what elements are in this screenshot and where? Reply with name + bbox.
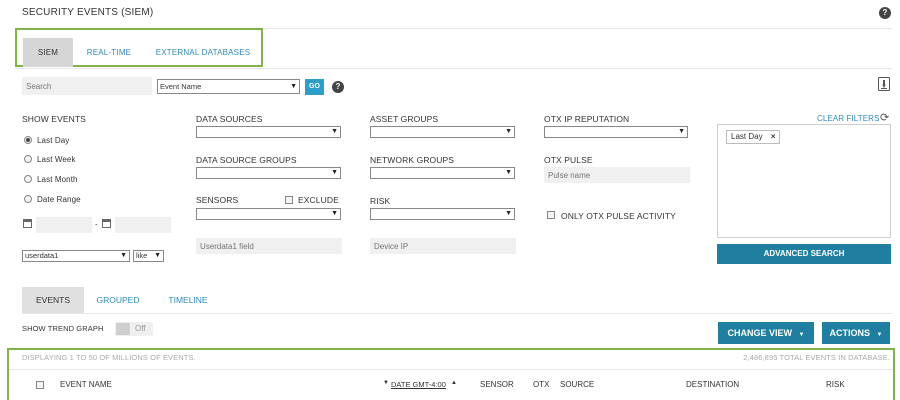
radio-label: Last Day (37, 136, 70, 145)
displaying-text: DISPLAYING 1 TO 50 OF MILLIONS OF EVENTS… (22, 353, 196, 362)
date-from-input[interactable] (36, 217, 92, 233)
chevron-down-icon: ▼ (331, 128, 338, 135)
radio-label: Last Month (37, 175, 78, 184)
date-to-input[interactable] (115, 217, 171, 233)
top-tabs: SIEM REAL-TIME EXTERNAL DATABASES (15, 28, 263, 67)
col-risk[interactable]: RISK (826, 380, 845, 389)
actions-button[interactable]: ACTIONS ▼ (822, 322, 890, 344)
radio-label: Date Range (37, 195, 81, 204)
chevron-down-icon: ▼ (505, 169, 512, 176)
chevron-down-icon: ▼ (505, 210, 512, 217)
help-icon[interactable]: ? (879, 7, 891, 19)
operator-value: like (136, 251, 148, 260)
chevron-down-icon: ▼ (331, 210, 338, 217)
col-destination[interactable]: DESTINATION (686, 380, 739, 389)
show-events-heading: SHOW EVENTS (22, 114, 86, 124)
pulse-name-input[interactable] (544, 167, 690, 183)
page-title: SECURITY EVENTS (SIEM) (22, 7, 154, 18)
col-sensor[interactable]: SENSOR (480, 380, 514, 389)
data-sources-label: DATA SOURCES (196, 114, 263, 124)
data-sources-select[interactable]: ▼ (196, 126, 341, 138)
chevron-down-icon: ▼ (154, 252, 161, 259)
calendar-icon[interactable] (23, 219, 32, 228)
only-otx-pulse-checkbox[interactable] (547, 211, 555, 219)
divider (9, 369, 893, 370)
chevron-down-icon: ▼ (290, 83, 297, 90)
tab-timeline[interactable]: TIMELINE (160, 287, 216, 313)
tab-real-time[interactable]: REAL-TIME (79, 38, 139, 67)
exclude-checkbox[interactable] (285, 196, 293, 204)
network-groups-label: NETWORK GROUPS (370, 155, 455, 165)
chevron-down-icon: ▼ (505, 128, 512, 135)
close-icon[interactable]: × (771, 132, 776, 141)
change-view-label: CHANGE VIEW (727, 328, 793, 338)
col-source[interactable]: SOURCE (560, 380, 594, 389)
trend-graph-label: SHOW TREND GRAPH (22, 324, 104, 333)
chevron-down-icon: ▼ (331, 169, 338, 176)
radio-last-month[interactable] (24, 175, 32, 183)
download-icon[interactable]: ▼ (878, 77, 890, 91)
network-groups-select[interactable]: ▼ (370, 167, 515, 179)
radio-last-week[interactable] (24, 155, 32, 163)
userdata-field-select[interactable]: userdata1 ▼ (22, 250, 130, 262)
actions-label: ACTIONS (829, 328, 871, 338)
sort-desc-icon[interactable]: ▼ (383, 380, 389, 386)
operator-select[interactable]: like ▼ (133, 250, 164, 262)
col-otx[interactable]: OTX (533, 380, 549, 389)
divider (22, 313, 892, 314)
risk-select[interactable]: ▼ (370, 208, 515, 220)
tab-external-databases[interactable]: EXTERNAL DATABASES (153, 38, 253, 67)
chevron-down-icon: ▼ (678, 128, 685, 135)
data-source-groups-label: DATA SOURCE GROUPS (196, 155, 297, 165)
total-events-text: 2,486,895 TOTAL EVENTS IN DATABASE. (743, 353, 890, 362)
date-separator: - (95, 219, 98, 229)
advanced-search-button[interactable]: ADVANCED SEARCH (717, 244, 891, 264)
otx-ip-reputation-label: OTX IP REPUTATION (544, 114, 630, 124)
toggle-knob (116, 323, 130, 335)
help-icon[interactable]: ? (332, 81, 344, 93)
search-field-select[interactable]: Event Name ▼ (157, 79, 300, 94)
userdata-field-value: userdata1 (25, 251, 59, 260)
sensors-label: SENSORS (196, 195, 239, 205)
chevron-down-icon: ▼ (798, 332, 805, 338)
tab-siem[interactable]: SIEM (23, 38, 73, 67)
col-date[interactable]: DATE GMT-4:00 (391, 380, 446, 389)
tab-events[interactable]: EVENTS (22, 287, 84, 313)
change-view-button[interactable]: CHANGE VIEW ▼ (718, 322, 814, 344)
filter-chip: Last Day × (726, 130, 781, 144)
otx-ip-reputation-select[interactable]: ▼ (544, 126, 688, 138)
filter-chip-label: Last Day (731, 132, 763, 141)
clear-filters-link[interactable]: CLEAR FILTERS (817, 114, 880, 123)
select-all-checkbox[interactable] (36, 381, 44, 389)
radio-last-day[interactable] (24, 136, 32, 144)
sort-asc-icon[interactable]: ▲ (451, 380, 457, 386)
toggle-text: Off (135, 324, 146, 333)
refresh-icon[interactable]: ⟳ (880, 113, 889, 124)
trend-graph-toggle[interactable]: Off (115, 322, 153, 336)
data-source-groups-select[interactable]: ▼ (196, 167, 341, 179)
userdata-input[interactable] (196, 238, 342, 254)
calendar-icon[interactable] (102, 219, 111, 228)
divider (15, 68, 892, 69)
risk-label: RISK (370, 196, 391, 206)
tab-grouped[interactable]: GROUPED (90, 287, 146, 313)
col-event-name[interactable]: EVENT NAME (60, 380, 112, 389)
exclude-label: EXCLUDE (298, 195, 339, 205)
sensors-select[interactable]: ▼ (196, 208, 341, 220)
chevron-down-icon: ▼ (120, 252, 127, 259)
asset-groups-label: ASSET GROUPS (370, 114, 439, 124)
radio-date-range[interactable] (24, 195, 32, 203)
asset-groups-select[interactable]: ▼ (370, 126, 515, 138)
only-otx-pulse-label: ONLY OTX PULSE ACTIVITY (561, 211, 676, 221)
radio-label: Last Week (37, 155, 76, 164)
search-field-value: Event Name (160, 82, 202, 91)
otx-pulse-label: OTX PULSE (544, 155, 593, 165)
search-input[interactable] (22, 77, 152, 95)
go-button[interactable]: GO (305, 79, 324, 95)
chevron-down-icon: ▼ (876, 332, 883, 338)
device-ip-input[interactable] (370, 238, 516, 254)
